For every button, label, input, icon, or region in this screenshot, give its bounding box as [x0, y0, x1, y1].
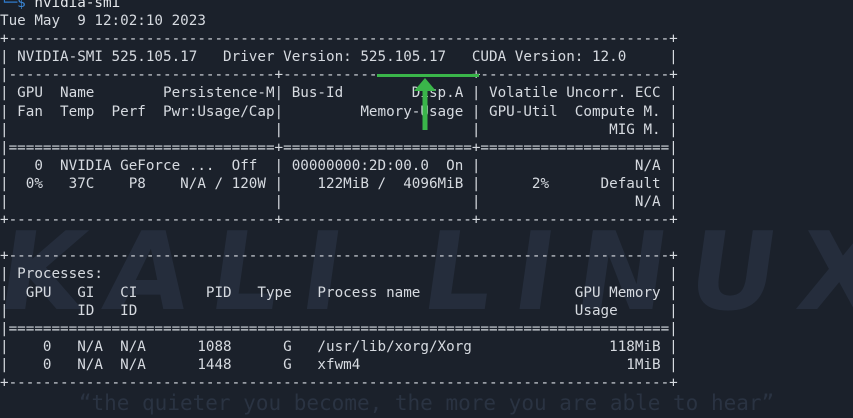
gpu-row-3: | | | N/A | — [0, 194, 678, 211]
smi-column-header-3: | | | MIG M. | — [0, 121, 678, 138]
driver-version-highlight-underline — [377, 74, 479, 77]
prompt-hook: └─ — [0, 0, 18, 11]
terminal-output: └─$ nvidia-smi Tue May 9 12:02:10 2023 +--… — [0, 0, 678, 392]
smi-double-border: |===============================+=======… — [0, 139, 678, 156]
smi-column-header-2: | Fan Temp Perf Pwr:Usage/Cap| Memory-Us… — [0, 103, 678, 120]
gpu-row-2: | 0% 37C P8 N/A / 120W | 122MiB / 4096Mi… — [0, 175, 678, 192]
smi-section-border: |-------------------------------+-------… — [0, 67, 678, 84]
process-row: | 0 N/A N/A 1448 G xfwm4 1MiB | — [0, 356, 678, 373]
process-row: | 0 N/A N/A 1088 G /usr/lib/xorg/Xorg 11… — [0, 338, 678, 355]
processes-double-border: |=======================================… — [0, 320, 678, 337]
up-arrow-icon — [414, 78, 436, 130]
gpu-bottom-border: +-------------------------------+-------… — [0, 212, 678, 229]
timestamp-line: Tue May 9 12:02:10 2023 — [0, 13, 206, 30]
processes-header-2: | ID ID Usage | — [0, 302, 678, 319]
gpu-row-1: | 0 NVIDIA GeForce ... Off | 00000000:2D… — [0, 157, 678, 174]
prompt-dollar: $ — [17, 0, 26, 11]
prompt-line: └─$ nvidia-smi — [0, 0, 678, 12]
processes-title: | Processes: | — [0, 266, 678, 283]
kali-quote-watermark: “the quieter you become, the more you ar… — [78, 391, 775, 415]
processes-header-1: | GPU GI CI PID Type Process name GPU Me… — [0, 284, 678, 301]
prompt-command: nvidia-smi — [34, 0, 121, 11]
processes-bottom-border: +---------------------------------------… — [0, 374, 678, 391]
smi-version-header: | NVIDIA-SMI 525.105.17 Driver Version: … — [0, 49, 678, 66]
processes-top-border: +---------------------------------------… — [0, 248, 678, 265]
terminal-window[interactable]: KALI LINUX “the quieter you become, the … — [0, 0, 853, 415]
smi-top-border: +---------------------------------------… — [0, 31, 678, 48]
smi-column-header-1: | GPU Name Persistence-M| Bus-Id Disp.A … — [0, 85, 678, 102]
